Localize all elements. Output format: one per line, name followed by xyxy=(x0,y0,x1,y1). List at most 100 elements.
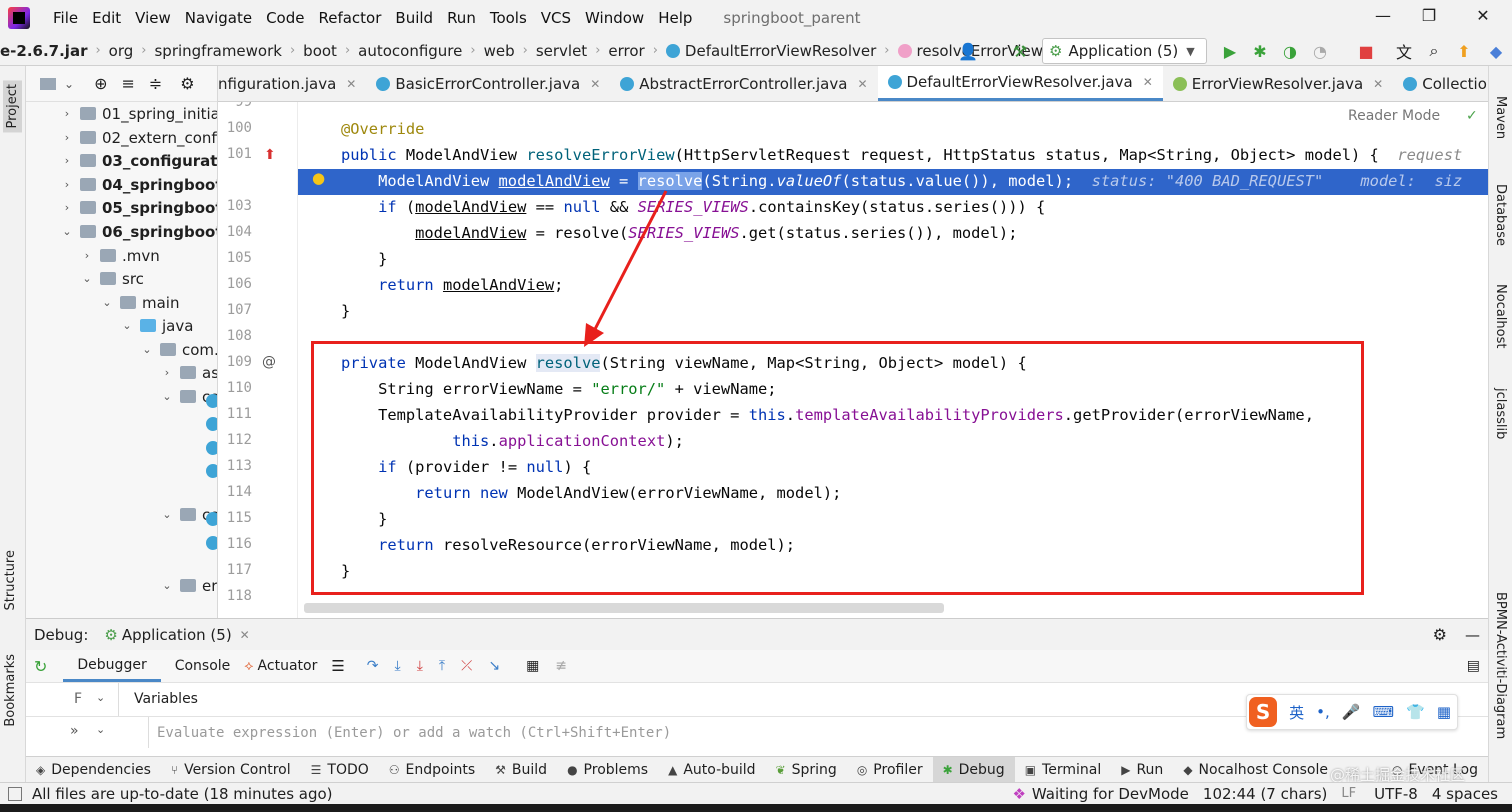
close-icon[interactable]: ✕ xyxy=(1472,6,1494,28)
locate-icon[interactable]: ⊕ xyxy=(94,74,107,93)
search-icon[interactable]: ⌕ xyxy=(1424,41,1444,61)
restore-icon[interactable]: ❐ xyxy=(1418,6,1440,28)
line-number[interactable]: 107 xyxy=(218,302,252,318)
endpoints-tool[interactable]: ⚇ Endpoints xyxy=(379,757,485,783)
line-number[interactable]: 105 xyxy=(218,250,252,266)
menu-file[interactable]: File xyxy=(46,9,85,27)
run-icon[interactable]: ▶ xyxy=(1220,41,1240,61)
breadcrumb-web[interactable]: web xyxy=(484,42,515,60)
bpmn-tool-tab[interactable]: BPMN-Activiti-Diagram xyxy=(1493,592,1508,739)
line-separator[interactable]: LF xyxy=(1341,786,1356,801)
class-icon[interactable] xyxy=(206,394,217,408)
horizontal-scrollbar[interactable] xyxy=(304,603,944,613)
minimize-panel-icon[interactable]: — xyxy=(1465,626,1480,644)
nocalhost-console-tool[interactable]: ◆ Nocalhost Console xyxy=(1173,757,1338,783)
chevron-right-icon[interactable]: › xyxy=(60,131,74,144)
run-to-cursor-icon[interactable]: ↘ xyxy=(488,658,500,674)
menu-edit[interactable]: Edit xyxy=(85,9,128,27)
chevron-down-icon[interactable]: ⌄ xyxy=(80,272,94,285)
chevron-right-icon[interactable]: › xyxy=(60,154,74,167)
layout-toggle-icon[interactable] xyxy=(8,786,22,801)
punct-icon[interactable]: •, xyxy=(1316,703,1330,721)
tab-collections[interactable]: Collections.jav xyxy=(1393,66,1488,101)
tab-configuration[interactable]: nfiguration.java ✕ xyxy=(218,66,366,101)
skin-icon[interactable]: 👕 xyxy=(1406,703,1425,721)
project-view-icon[interactable] xyxy=(40,77,56,90)
breadcrumb-servlet[interactable]: servlet xyxy=(536,42,587,60)
menu-vcs[interactable]: VCS xyxy=(534,9,578,27)
file-encoding[interactable]: UTF-8 xyxy=(1374,785,1418,803)
line-number[interactable]: 108 xyxy=(218,328,252,344)
class-icon[interactable] xyxy=(206,512,217,526)
menu-view[interactable]: View xyxy=(128,9,178,27)
tab-defaulterrorviewresolver[interactable]: DefaultErrorViewResolver.java ✕ xyxy=(877,66,1163,101)
line-number[interactable]: 101 xyxy=(218,146,252,162)
close-icon[interactable]: ✕ xyxy=(857,77,867,91)
line-number[interactable]: 104 xyxy=(218,224,252,240)
chevron-right-icon[interactable]: › xyxy=(60,107,74,120)
gear-icon[interactable]: ⚙ xyxy=(180,74,194,93)
tree-item[interactable]: ⌄ com. xyxy=(140,338,217,361)
line-number[interactable]: 113 xyxy=(218,458,252,474)
class-icon[interactable] xyxy=(206,417,217,431)
gear-icon[interactable]: ⚙ xyxy=(1433,625,1447,644)
debug-session-tab[interactable]: Application (5) xyxy=(122,626,232,644)
rerun-icon[interactable]: ↻ xyxy=(34,657,47,676)
problems-tool[interactable]: ● Problems xyxy=(557,757,658,783)
nocalhost-tool-tab[interactable]: Nocalhost xyxy=(1493,284,1508,348)
line-number[interactable]: 106 xyxy=(218,276,252,292)
tree-item[interactable]: › 05_springboot_lo xyxy=(60,196,217,219)
menu-run[interactable]: Run xyxy=(440,9,483,27)
chevron-down-icon[interactable]: ⌄ xyxy=(96,723,105,736)
ime-toolbar[interactable]: S 英 •, 🎤 ⌨ 👕 ▦ xyxy=(1246,694,1458,730)
menu-help[interactable]: Help xyxy=(651,9,699,27)
tab-basicerrorcontroller[interactable]: BasicErrorController.java ✕ xyxy=(366,66,610,101)
force-step-into-icon[interactable]: ⤓ xyxy=(417,658,423,674)
line-number[interactable]: 114 xyxy=(218,484,252,500)
drop-frame-icon[interactable]: ⤫ xyxy=(461,658,472,674)
expand-icon[interactable]: » xyxy=(70,723,79,739)
close-icon[interactable]: ✕ xyxy=(1373,77,1383,91)
step-out-icon[interactable]: ⤒ xyxy=(439,658,445,674)
breadcrumb-boot[interactable]: boot xyxy=(303,42,337,60)
line-number[interactable]: 109 xyxy=(218,354,252,370)
jclasslib-tool-tab[interactable]: jclasslib xyxy=(1493,388,1508,439)
debug-tool[interactable]: ✱ Debug xyxy=(932,756,1015,783)
menu-tools[interactable]: Tools xyxy=(483,9,534,27)
tree-item[interactable]: ⌄ java xyxy=(120,314,193,337)
minimize-icon[interactable]: — xyxy=(1372,6,1394,28)
chevron-right-icon[interactable]: › xyxy=(160,366,174,379)
tree-item[interactable]: › 04_springboot_lo xyxy=(60,173,217,196)
chevron-right-icon[interactable]: › xyxy=(60,178,74,191)
breadcrumb-org[interactable]: org xyxy=(109,42,134,60)
todo-tool[interactable]: ☰ TODO xyxy=(301,757,379,783)
expand-all-icon[interactable]: ≡ xyxy=(121,74,134,93)
class-icon[interactable] xyxy=(206,464,217,478)
status-message[interactable]: All files are up-to-date (18 minutes ago… xyxy=(32,785,333,803)
breadcrumb-error[interactable]: error xyxy=(608,42,644,60)
grid-icon[interactable]: ▦ xyxy=(1437,703,1451,721)
menu-window[interactable]: Window xyxy=(578,9,651,27)
close-icon[interactable]: ✕ xyxy=(346,77,356,91)
tab-abstracterrorcontroller[interactable]: AbstractErrorController.java ✕ xyxy=(610,66,877,101)
profile-icon[interactable]: ◔ xyxy=(1310,41,1330,61)
build-tool[interactable]: ⚒ Build xyxy=(485,757,557,783)
tree-item[interactable]: › .mvn xyxy=(80,244,160,267)
tab-errorviewresolver[interactable]: ErrorViewResolver.java ✕ xyxy=(1163,66,1393,101)
run-tool[interactable]: ▶ Run xyxy=(1111,757,1173,783)
build-hammer-icon[interactable]: ⚒ xyxy=(1010,41,1030,61)
update-icon[interactable]: ⬆ xyxy=(1454,41,1474,61)
line-number[interactable]: 111 xyxy=(218,406,252,422)
line-number[interactable]: 118 xyxy=(218,588,252,604)
line-number[interactable]: 115 xyxy=(218,510,252,526)
line-number[interactable]: 116 xyxy=(218,536,252,552)
breadcrumb-class[interactable]: DefaultErrorViewResolver xyxy=(665,42,876,60)
chevron-down-icon[interactable]: ⌄ xyxy=(160,508,174,521)
line-number[interactable]: 103 xyxy=(218,198,252,214)
spring-tool[interactable]: ❦ Spring xyxy=(766,757,847,783)
structure-tool-tab[interactable]: Structure xyxy=(3,550,18,610)
tree-item[interactable]: › 01_spring_initializ xyxy=(60,102,217,125)
tree-item[interactable]: › 02_extern_config xyxy=(60,126,217,149)
chevron-down-icon[interactable]: ⌄ xyxy=(160,579,174,592)
close-icon[interactable]: ✕ xyxy=(240,628,250,642)
